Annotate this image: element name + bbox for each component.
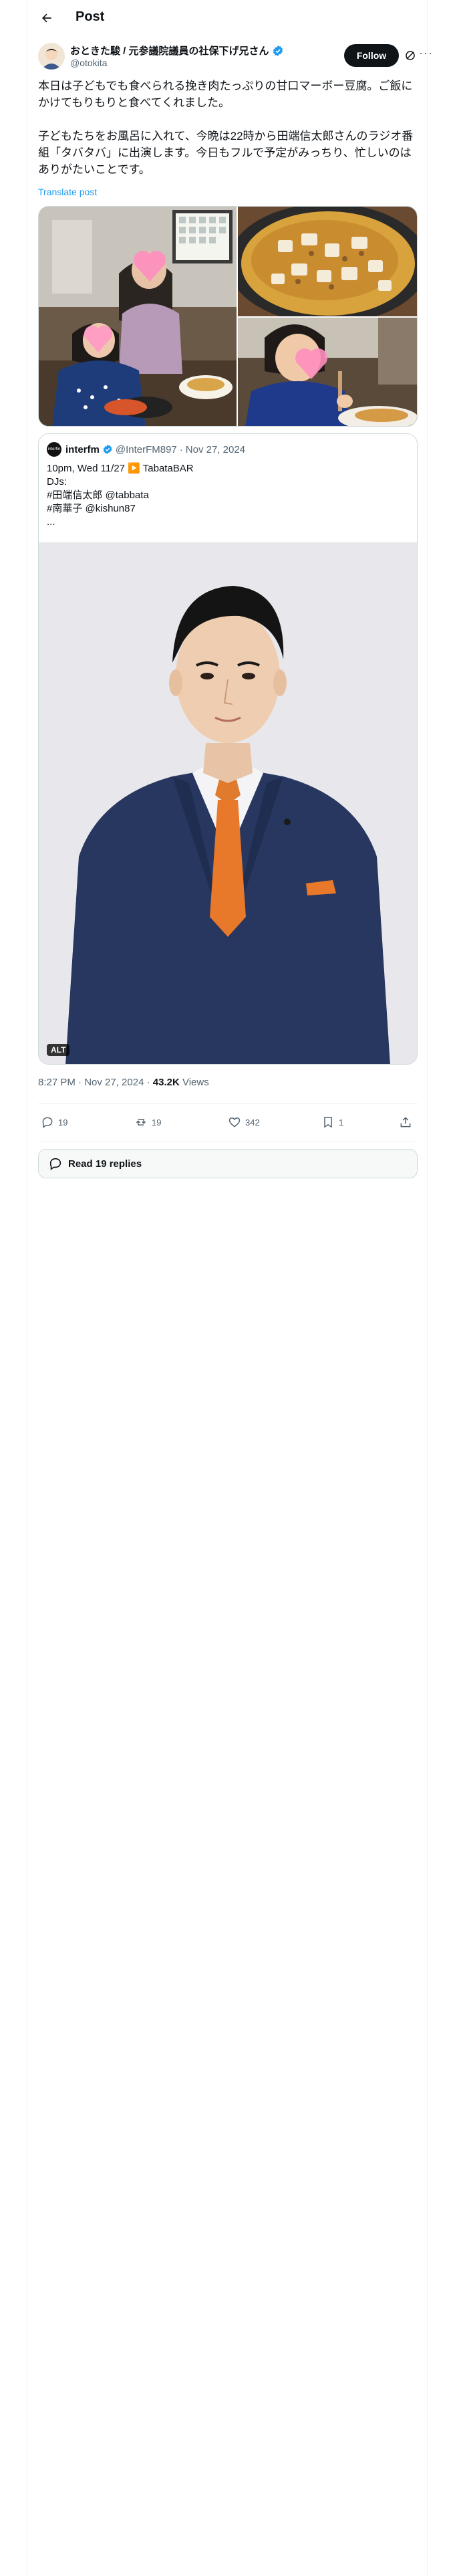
top-bar: Post <box>27 0 428 35</box>
avatar[interactable] <box>38 43 65 70</box>
views-label: Views <box>182 1077 209 1088</box>
quoted-post[interactable]: interfm interfm @InterFM897 · Nov 27, 20… <box>38 433 418 1065</box>
quoted-line-2: DJs: <box>47 476 67 488</box>
reply-count: 19 <box>58 1117 68 1128</box>
quoted-avatar: interfm <box>47 442 61 457</box>
bookmark-count: 1 <box>339 1117 344 1128</box>
quoted-handle: @InterFM897 <box>115 443 177 455</box>
heart-icon <box>229 1117 241 1128</box>
read-replies-button[interactable]: Read 19 replies <box>38 1149 418 1178</box>
media-photo-mapo-tofu[interactable] <box>238 207 417 316</box>
mention-link[interactable]: @kishun87 <box>86 503 136 514</box>
media-photo-children-table[interactable] <box>39 207 237 426</box>
post-column: Post おときた駿 / 元参議院議員の社保下げ兄さん @otokita Fol… <box>27 0 432 2576</box>
follow-button[interactable]: Follow <box>344 44 399 67</box>
tweet-text: 本日は子どもでも食べられる挽き肉たっぷりの甘口マーボー豆腐。ご飯にかけてもりもり… <box>38 80 414 176</box>
verified-badge-icon <box>103 445 112 454</box>
read-replies-label: Read 19 replies <box>68 1158 142 1170</box>
quoted-account-name: interfm <box>65 443 100 455</box>
hashtag-link[interactable]: #田端信太郎 <box>47 490 102 501</box>
action-bar: 19 19 342 1 <box>38 1109 418 1138</box>
repost-count: 19 <box>152 1117 162 1128</box>
repost-icon <box>136 1119 146 1125</box>
grok-icon[interactable] <box>404 49 416 62</box>
verified-badge-icon <box>273 45 283 56</box>
post-meta: 8:27 PM · Nov 27, 2024 · 43.2K Views <box>38 1077 209 1088</box>
back-button[interactable] <box>37 8 57 28</box>
author-name[interactable]: おときた駿 / 元参議院議員の社保下げ兄さん <box>70 43 269 58</box>
share-button[interactable] <box>399 1115 416 1129</box>
quoted-text: 10pm, Wed 11/27 ▶️ TabataBAR DJs: #田端信太郎… <box>47 462 408 529</box>
post-timestamp[interactable]: 8:27 PM · Nov 27, 2024 <box>38 1077 144 1088</box>
author-header: おときた駿 / 元参議院議員の社保下げ兄さん @otokita Follow ·… <box>38 40 432 72</box>
author-name-row[interactable]: おときた駿 / 元参議院議員の社保下げ兄さん <box>70 43 284 58</box>
divider <box>38 1141 418 1142</box>
media-photo-boy-eating[interactable] <box>238 318 417 426</box>
author-handle[interactable]: @otokita <box>70 58 107 68</box>
repost-button[interactable]: 19 <box>134 1115 161 1129</box>
quoted-line-1: 10pm, Wed 11/27 ▶️ TabataBAR <box>47 463 194 474</box>
like-button[interactable]: 342 <box>228 1115 260 1129</box>
share-icon <box>400 1117 411 1128</box>
reply-icon <box>42 1117 53 1128</box>
hashtag-link[interactable]: #南華子 <box>47 503 82 514</box>
quoted-post-header: interfm interfm @InterFM897 · Nov 27, 20… <box>47 442 245 457</box>
reply-icon <box>49 1158 61 1170</box>
media-grid <box>38 206 418 427</box>
bookmark-button[interactable]: 1 <box>321 1115 343 1129</box>
reply-button[interactable]: 19 <box>41 1115 67 1129</box>
mention-link[interactable]: @tabbata <box>106 490 149 501</box>
page-title: Post <box>76 9 105 24</box>
like-count: 342 <box>245 1117 260 1128</box>
bookmark-icon <box>324 1117 332 1128</box>
divider <box>38 1103 418 1104</box>
views-count: 43.2K <box>152 1077 180 1088</box>
quoted-media-portrait[interactable]: ALT <box>39 542 417 1064</box>
translate-post-link[interactable]: Translate post <box>38 187 97 197</box>
alt-text-badge[interactable]: ALT <box>47 1044 70 1056</box>
arrow-left-icon <box>42 13 51 23</box>
more-options-icon[interactable]: ··· <box>419 47 432 62</box>
quoted-line-ellipsis: ... <box>47 516 55 528</box>
quoted-date: Nov 27, 2024 <box>185 443 246 455</box>
